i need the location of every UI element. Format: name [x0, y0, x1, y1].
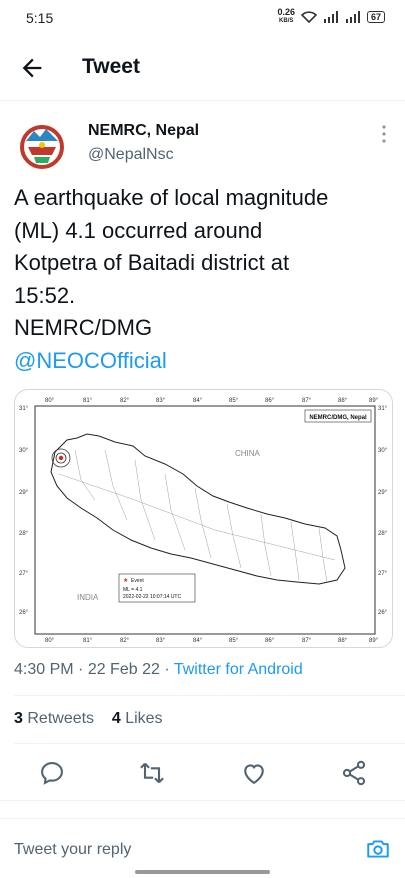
x-tick-top: 85° — [229, 398, 239, 404]
tweet-text-line: (ML) 4.1 occurred around — [14, 217, 263, 243]
x-tick-top: 84° — [193, 398, 203, 404]
y-tick-right: 28° — [378, 531, 388, 537]
likes-link[interactable]: 4 Likes — [112, 710, 163, 727]
back-arrow-icon[interactable] — [18, 54, 46, 82]
home-indicator — [135, 870, 270, 874]
header-divider — [0, 100, 405, 101]
more-options-icon[interactable] — [381, 124, 387, 144]
like-count: 4 — [111, 710, 121, 727]
tweet-source[interactable]: Twitter for Android — [174, 661, 303, 678]
page-title: Tweet — [82, 55, 140, 78]
tweet-text-line: Kotpetra of Baitadi district at — [14, 250, 290, 275]
retweets-link[interactable]: 3 Retweets — [14, 710, 94, 727]
share-icon[interactable] — [340, 759, 368, 787]
legend-datetime: 2022-02-22 10:07:14 UTC — [123, 594, 181, 600]
x-tick-top: 83° — [156, 398, 166, 404]
mention-link[interactable]: @NEOCOfficial — [14, 345, 394, 378]
signal-icon — [323, 11, 338, 23]
status-bar: 5:15 0.26 KB/S 67 — [0, 0, 405, 36]
stats-divider — [14, 743, 405, 744]
avatar[interactable] — [14, 117, 70, 173]
status-icons: 0.26 KB/S 67 — [277, 8, 385, 26]
tweet-media-map[interactable]: 80° 81° 82° 83° 84° 85° 86° 87° 88° 89° … — [14, 389, 393, 648]
event-marker — [58, 455, 64, 461]
signal-icon-2 — [345, 11, 360, 23]
x-tick-bottom: 82° — [120, 638, 130, 644]
legend-magnitude: ML = 4.1 — [123, 587, 143, 593]
author-handle[interactable]: @NepalNsc — [88, 146, 174, 164]
tweet-date: 22 Feb 22 — [87, 661, 160, 678]
legend-event: Event — [131, 578, 144, 584]
x-tick-top: 80° — [45, 398, 55, 404]
y-tick-left: 27° — [19, 571, 29, 577]
x-tick-bottom: 85° — [229, 638, 239, 644]
actions-divider — [0, 800, 405, 801]
retweets-label: Retweets — [27, 710, 95, 727]
y-tick-right: 27° — [378, 571, 388, 577]
x-tick-top: 87° — [302, 398, 312, 404]
tweet-text-line: 15:52. — [14, 282, 76, 308]
country-label-india: INDIA — [77, 593, 99, 602]
top-app-bar: Tweet — [0, 40, 405, 96]
x-tick-bottom: 83° — [156, 638, 166, 644]
tweet-timestamp: 4:30 PM · 22 Feb 22 · Twitter for Androi… — [14, 661, 303, 678]
x-tick-bottom: 87° — [302, 638, 312, 644]
battery-icon: 67 — [366, 11, 385, 23]
net-speed-unit: KB/S — [279, 18, 294, 24]
tweet-stats: 3 Retweets 4 Likes — [14, 710, 163, 728]
x-tick-bottom: 89° — [369, 638, 379, 644]
retweet-count: 3 — [14, 710, 23, 727]
reply-divider — [0, 818, 405, 819]
y-tick-left: 28° — [19, 531, 29, 537]
author-name[interactable]: NEMRC, Nepal — [88, 122, 199, 140]
x-tick-bottom: 88° — [338, 638, 348, 644]
y-tick-left: 26° — [19, 610, 29, 616]
country-label-china: CHINA — [235, 449, 261, 458]
tweet-text-line: A earthquake of local magnitude — [14, 185, 329, 210]
map-header: NEMRC/DMG, Nepal — [309, 415, 367, 421]
tweet-actions — [0, 755, 405, 791]
y-tick-left: 29° — [19, 490, 29, 496]
x-tick-top: 88° — [338, 398, 348, 404]
legend-star-icon: ★ — [123, 577, 128, 584]
camera-icon[interactable] — [365, 836, 391, 862]
y-tick-left: 31° — [19, 406, 29, 412]
reply-icon[interactable] — [38, 759, 66, 787]
emblem-logo — [14, 117, 70, 173]
tweet-text-line: NEMRC/DMG — [14, 315, 153, 340]
x-tick-bottom: 81° — [83, 638, 93, 644]
y-tick-right: 26° — [378, 610, 388, 616]
retweet-icon[interactable] — [138, 759, 166, 787]
x-tick-bottom: 84° — [193, 638, 203, 644]
status-time: 5:15 — [26, 10, 54, 26]
like-icon[interactable] — [240, 759, 268, 787]
meta-divider — [14, 695, 405, 696]
earthquake-map: 80° 81° 82° 83° 84° 85° 86° 87° 88° 89° … — [19, 398, 388, 644]
y-tick-left: 30° — [19, 448, 29, 454]
y-tick-right: 31° — [378, 406, 388, 412]
tweet-text: A earthquake of local magnitude (ML) 4.1… — [14, 182, 394, 377]
likes-label: Likes — [125, 710, 163, 727]
net-speed: 0.26 KB/S — [277, 8, 295, 26]
x-tick-top: 81° — [83, 398, 93, 404]
y-tick-right: 29° — [378, 490, 388, 496]
x-tick-bottom: 80° — [45, 638, 55, 644]
y-tick-right: 30° — [378, 448, 388, 454]
wifi-icon — [300, 11, 317, 23]
reply-input[interactable]: Tweet your reply — [14, 841, 131, 859]
x-tick-top: 86° — [265, 398, 275, 404]
x-tick-top: 89° — [369, 398, 379, 404]
tweet-time: 4:30 PM — [14, 661, 74, 678]
x-tick-top: 82° — [120, 398, 130, 404]
x-tick-bottom: 86° — [265, 638, 275, 644]
reply-bar: Tweet your reply — [0, 818, 405, 878]
net-speed-value: 0.26 — [277, 7, 295, 17]
